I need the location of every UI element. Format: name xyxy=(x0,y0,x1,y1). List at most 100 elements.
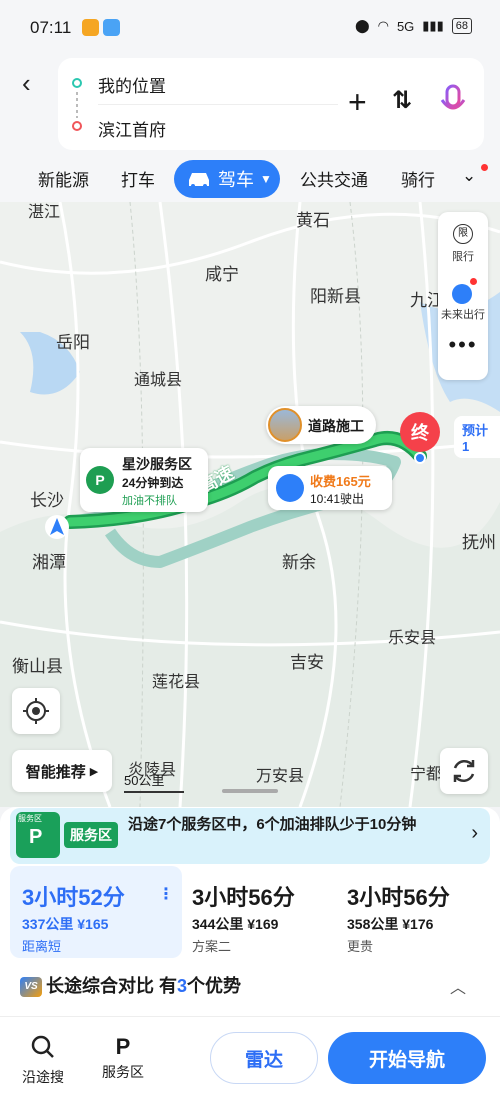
car-icon xyxy=(189,173,209,188)
plan-fee: ¥165 xyxy=(77,916,109,932)
limit-label[interactable]: 限行 xyxy=(438,248,488,264)
more-modes-chevron-icon[interactable]: ⌄ xyxy=(462,166,476,186)
to-field[interactable]: 滨江首府 xyxy=(98,116,166,141)
scale-bar xyxy=(124,791,184,793)
route-connector xyxy=(76,92,78,118)
plan-distance: 337公里 xyxy=(22,916,74,932)
future-travel-dot xyxy=(470,278,477,285)
tab-drive-label: 驾车 xyxy=(218,170,254,190)
place-label: 岳阳 xyxy=(56,333,90,352)
place-label: 湘潭 xyxy=(32,553,66,572)
start-navigation-button[interactable]: 开始导航 xyxy=(328,1032,486,1084)
route-plan-2[interactable]: 3小时56分 344公里 ¥169 方案二 xyxy=(180,866,330,958)
construction-photo-icon xyxy=(268,408,302,442)
smart-recommend-button[interactable]: 智能推荐 ▶ xyxy=(12,750,112,792)
service-area-button[interactable]: P 服务区 xyxy=(98,1034,148,1082)
crosshair-icon xyxy=(23,698,49,724)
service-area-label: 服务区 xyxy=(102,1064,144,1080)
tab-drive[interactable]: 驾车 ▼ xyxy=(174,160,280,198)
route-plan-1[interactable]: 3小时52分 337公里 ¥165 距离短 ⋮ xyxy=(10,866,182,958)
more-icon[interactable]: ••• xyxy=(438,332,488,358)
route-plan-3[interactable]: 3小时56分 358公里 ¥176 更贵 xyxy=(335,866,495,958)
collapse-chevron-icon[interactable]: ︿ xyxy=(450,974,466,998)
construction-callout[interactable]: 道路施工 xyxy=(266,406,376,444)
along-route-search-button[interactable]: 沿途搜 xyxy=(18,1034,68,1087)
scale-label: 50公里 xyxy=(124,773,165,788)
place-label: 吉安 xyxy=(290,653,324,672)
plan-note: 更贵 xyxy=(347,939,374,954)
toll-callout[interactable]: 收费165元 10:41驶出 xyxy=(268,466,392,510)
place-label: 万安县 xyxy=(256,768,305,785)
plan-more-icon[interactable]: ⋮ xyxy=(158,884,174,904)
plan-fee: ¥169 xyxy=(247,916,279,932)
service-area-banner[interactable]: 服务区 P 服务区 沿途7个服务区中，6个加油排队少于10分钟 › xyxy=(10,808,490,864)
field-divider xyxy=(98,104,338,105)
place-label: 黄石 xyxy=(296,211,330,230)
end-dot-icon xyxy=(72,121,82,131)
locate-me-button[interactable] xyxy=(12,688,60,734)
future-travel-label[interactable]: 未来出行 xyxy=(438,306,488,322)
construction-label: 道路施工 xyxy=(308,418,364,434)
app-notification-icon-2 xyxy=(103,19,120,36)
route-card: 我的位置 滨江首府 + ⇅ xyxy=(58,58,484,150)
plan-time: 3小时52分 xyxy=(22,885,125,910)
travel-mode-tabs: 新能源 打车 驾车 ▼ 公共交通 骑行 ⌄ xyxy=(0,156,500,202)
place-label: 莲花县 xyxy=(152,674,201,691)
signal-icon: ▮▮▮ xyxy=(422,18,444,33)
app-notification-icon xyxy=(82,19,99,36)
refresh-icon xyxy=(453,759,475,783)
toll-exit-time: 10:41驶出 xyxy=(310,492,365,506)
destination-marker[interactable]: 终 xyxy=(400,412,440,452)
vs-icon: VS xyxy=(20,977,42,998)
destination-dot xyxy=(414,452,426,464)
compare-count: 3 xyxy=(177,976,188,996)
parking-glyph: P xyxy=(29,826,43,848)
service-area-badge-icon: 服务区 P xyxy=(16,812,60,858)
place-label: 乐安县 xyxy=(388,630,437,647)
service-area-tag: 服务区 xyxy=(64,822,118,848)
along-route-search-label: 沿途搜 xyxy=(22,1069,64,1085)
service-area-title: 星沙服务区 xyxy=(122,456,192,472)
place-label: 新余 xyxy=(282,553,316,572)
place-label: 咸宁 xyxy=(205,265,239,284)
from-field[interactable]: 我的位置 xyxy=(98,72,166,97)
map-view[interactable]: 湛江 黄石 咸宁 阳新县 九江 岳阳 通城县 长沙 湘潭 新余 抚州 衡山县 吉… xyxy=(0,202,500,807)
swap-icon[interactable]: ⇅ xyxy=(392,86,412,115)
map-controls: 限 限行 未来出行 ••• xyxy=(438,212,488,380)
sheet-handle[interactable] xyxy=(222,789,278,793)
future-travel-icon[interactable] xyxy=(452,284,472,304)
refresh-button[interactable] xyxy=(440,748,488,794)
service-area-callout[interactable]: P 星沙服务区 24分钟到达 加油不排队 xyxy=(80,448,208,512)
status-time: 07:11 xyxy=(30,18,72,37)
tab-taxi[interactable]: 打车 xyxy=(121,166,155,191)
place-label: 宁都 xyxy=(410,766,443,783)
compare-suffix: 个优势 xyxy=(187,976,242,996)
badge-text: 服务区 xyxy=(18,814,42,823)
radar-button[interactable]: 雷达 xyxy=(210,1032,318,1084)
back-arrow-icon[interactable]: ‹ xyxy=(22,68,31,99)
add-stop-icon[interactable]: + xyxy=(348,84,367,121)
tab-new-energy[interactable]: 新能源 xyxy=(38,166,89,191)
plan-distance: 344公里 xyxy=(192,916,244,932)
toll-gate-icon xyxy=(276,474,304,502)
plan-note: 方案二 xyxy=(192,939,232,954)
tab-public-transit[interactable]: 公共交通 xyxy=(300,166,368,191)
place-label: 阳新县 xyxy=(310,287,361,306)
status-bar: 07:11 ⬤ ◠ 5G ▮▮▮ 68 xyxy=(0,0,500,58)
plan-note: 距离短 xyxy=(22,939,62,954)
route-plans: 3小时52分 337公里 ¥165 距离短 ⋮ 3小时56分 344公里 ¥16… xyxy=(0,866,500,962)
voice-assistant-icon[interactable] xyxy=(440,84,466,118)
plan-distance-fee: 358公里 ¥176 xyxy=(347,914,433,934)
compare-prefix: 长途综合对比 有 xyxy=(46,976,178,996)
long-trip-compare[interactable]: VS 长途综合对比 有3个优势 xyxy=(20,972,241,998)
map-scale: 50公里 xyxy=(124,770,184,793)
eta-callout: 预计1 xyxy=(454,416,500,458)
signal-label: 5G xyxy=(396,18,415,34)
place-label: 抚州 xyxy=(462,533,496,552)
parking-icon: P xyxy=(86,466,114,494)
battery-icon: 68 xyxy=(451,18,472,34)
current-location-arrow-icon xyxy=(45,515,69,539)
traffic-restriction-icon[interactable]: 限 xyxy=(453,224,473,244)
tab-cycling[interactable]: 骑行 xyxy=(401,166,435,191)
place-label: 衡山县 xyxy=(12,657,63,676)
